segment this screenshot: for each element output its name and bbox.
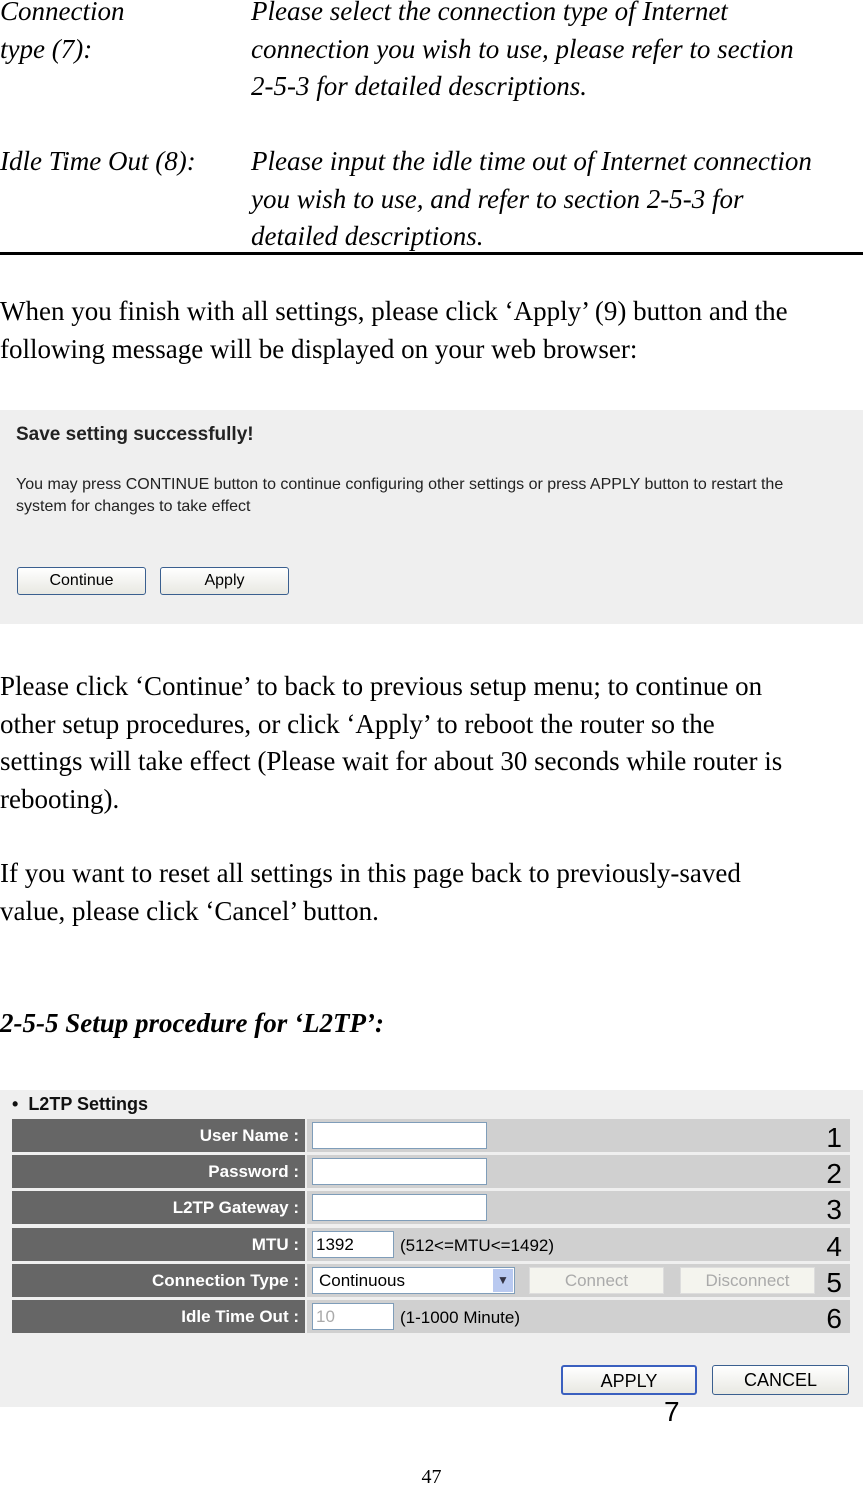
chevron-down-icon: ▼ (493, 1269, 513, 1292)
row-mtu: MTU : 1392 (512<=MTU<=1492) 4 (12, 1228, 850, 1262)
idle-time-out-input[interactable]: 10 (312, 1303, 394, 1330)
definition-desc: Please select the connection type of Int… (251, 0, 794, 101)
field-label: MTU : (12, 1228, 305, 1261)
page-number: 47 (421, 1466, 442, 1488)
field-label: L2TP Gateway : (12, 1191, 305, 1224)
gateway-input[interactable] (312, 1194, 487, 1221)
idle-hint: (1-1000 Minute) (400, 1308, 521, 1327)
callout-number: 3 (826, 1194, 842, 1225)
divider (0, 252, 863, 255)
paragraph: Please click ‘Continue’ to back to previ… (0, 671, 783, 814)
connect-button[interactable]: Connect (529, 1267, 664, 1294)
callout-number: 4 (826, 1231, 842, 1262)
paragraph: If you want to reset all settings in thi… (0, 858, 741, 926)
callout-number: 5 (826, 1267, 842, 1298)
callout-number: 2 (826, 1158, 842, 1189)
dialog-title: Save setting successfully! (16, 424, 254, 445)
row-password: Password : 2 (12, 1155, 850, 1189)
section-heading: 2-5-5 Setup procedure for ‘L2TP’: (0, 1008, 384, 1038)
row-idle-time-out: Idle Time Out : 10 (1-1000 Minute) 6 (12, 1300, 850, 1334)
field-label: User Name : (12, 1119, 305, 1152)
apply-button[interactable]: Apply (160, 567, 289, 595)
save-dialog-screenshot: Save setting successfully! You may press… (0, 410, 863, 624)
row-connection-type: Connection Type : Continuous ▼ Connect D… (12, 1264, 850, 1298)
disconnect-button[interactable]: Disconnect (680, 1267, 815, 1294)
callout-number: 6 (826, 1303, 842, 1334)
paragraph: When you finish with all settings, pleas… (0, 296, 788, 364)
l2tp-cancel-button[interactable]: CANCEL (712, 1365, 849, 1395)
callout-number: 1 (826, 1122, 842, 1153)
field-label: Connection Type : (12, 1264, 305, 1297)
password-input[interactable] (312, 1158, 487, 1185)
definition-term: Connection type (7): (0, 0, 125, 64)
continue-button[interactable]: Continue (17, 567, 146, 595)
connection-type-select[interactable]: Continuous ▼ (312, 1267, 515, 1294)
mtu-hint: (512<=MTU<=1492) (400, 1236, 555, 1255)
row-user-name: User Name : 1 (12, 1119, 850, 1153)
field-label: Idle Time Out : (12, 1300, 305, 1333)
l2tp-title: • L2TP Settings (12, 1094, 149, 1114)
definition-desc: Please input the idle time out of Intern… (251, 146, 812, 251)
dialog-message: You may press CONTINUE button to continu… (16, 476, 784, 515)
l2tp-apply-button[interactable]: APPLY (561, 1365, 697, 1395)
callout-number: 7 (664, 1396, 680, 1427)
row-gateway: L2TP Gateway : 3 (12, 1191, 850, 1225)
mtu-input[interactable]: 1392 (312, 1231, 394, 1258)
user-name-input[interactable] (312, 1122, 487, 1149)
field-label: Password : (12, 1155, 305, 1188)
definition-term: Idle Time Out (8): (0, 146, 196, 176)
l2tp-settings-screenshot: • L2TP Settings User Name : 1 Password :… (0, 1090, 863, 1407)
